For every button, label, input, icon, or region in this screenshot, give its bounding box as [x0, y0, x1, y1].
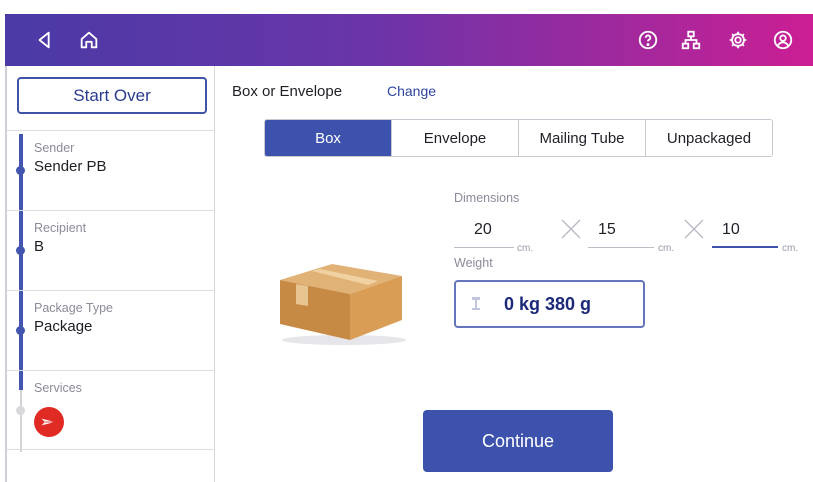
back-icon[interactable] [31, 26, 59, 54]
carrier-logo-icon [34, 407, 64, 437]
step-package-type[interactable]: Package Type Package [7, 290, 215, 370]
start-over-button[interactable]: Start Over [17, 77, 207, 114]
length-value: 20 [474, 221, 492, 238]
step-label: Sender [34, 141, 75, 155]
step-value: Package [34, 318, 93, 335]
step-dot [16, 246, 25, 255]
tab-unpackaged[interactable]: Unpackaged [646, 120, 772, 156]
step-recipient[interactable]: Recipient B [7, 210, 215, 290]
step-label: Recipient [34, 221, 87, 235]
tab-mailing-tube[interactable]: Mailing Tube [519, 120, 646, 156]
height-value: 10 [722, 221, 740, 238]
step-value: B [34, 238, 45, 255]
step-dot [16, 406, 25, 415]
tab-box[interactable]: Box [265, 120, 392, 156]
unit-label: cm. [782, 243, 799, 254]
width-value: 15 [598, 221, 616, 238]
package-type-selector: Box Envelope Mailing Tube Unpackaged [264, 119, 773, 157]
help-icon[interactable] [634, 26, 662, 54]
unit-label: cm. [517, 243, 534, 254]
step-value: Sender PB [34, 158, 107, 175]
input-underline [588, 247, 654, 248]
weight-field[interactable]: 0 kg 380 g [454, 280, 645, 328]
top-bar [5, 14, 813, 66]
scale-icon [472, 297, 480, 310]
width-input[interactable]: 15 cm. [588, 218, 683, 254]
unit-label: cm. [658, 243, 675, 254]
sidebar: Start Over Sender Sender PB Recipient B … [7, 66, 215, 482]
network-icon[interactable] [677, 26, 705, 54]
weight-value: 0 kg 380 g [504, 294, 592, 314]
settings-icon[interactable] [724, 26, 752, 54]
input-underline-active [712, 246, 778, 248]
times-icon [684, 219, 704, 239]
input-underline [454, 247, 514, 248]
continue-button[interactable]: Continue [423, 410, 613, 472]
tab-envelope[interactable]: Envelope [392, 120, 519, 156]
height-input[interactable]: 10 cm. [712, 218, 807, 254]
weight-label: Weight [454, 256, 493, 270]
box-package-icon [280, 264, 406, 345]
step-sender[interactable]: Sender Sender PB [7, 130, 215, 210]
step-dot [16, 166, 25, 175]
step-label: Package Type [34, 301, 113, 315]
account-icon[interactable] [769, 26, 797, 54]
length-input[interactable]: 20 cm. [454, 218, 549, 254]
home-icon[interactable] [75, 26, 103, 54]
main-panel: Box or Envelope Change Box Envelope Mail… [216, 66, 813, 482]
step-services[interactable]: Services [7, 370, 215, 450]
step-label: Services [34, 381, 82, 395]
box-or-envelope-label: Box or Envelope [232, 83, 343, 100]
times-icon [561, 219, 581, 239]
step-dot [16, 326, 25, 335]
dimensions-label: Dimensions [454, 191, 520, 205]
change-link[interactable]: Change [387, 83, 436, 99]
